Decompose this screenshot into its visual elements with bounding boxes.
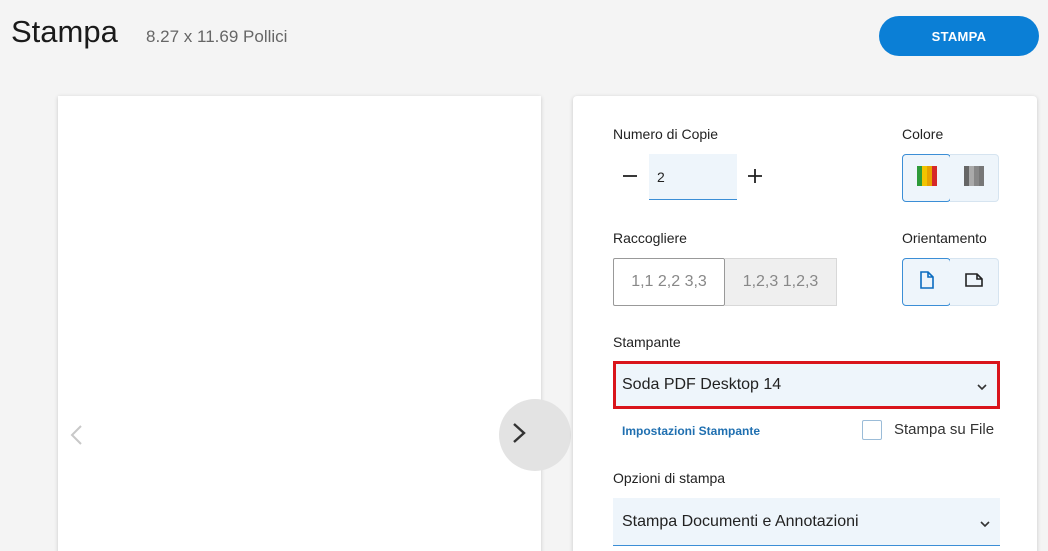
copies-input[interactable]: 2 (649, 154, 737, 200)
page-preview (58, 96, 541, 551)
landscape-icon (965, 272, 983, 292)
orientation-toggle (902, 258, 1000, 306)
chevron-down-icon (977, 378, 987, 396)
plus-icon (747, 168, 763, 189)
minus-icon (622, 168, 638, 189)
printer-label: Stampante (613, 334, 681, 350)
grayscale-option[interactable] (950, 154, 999, 202)
portrait-icon (919, 270, 935, 294)
chevron-right-icon (511, 421, 527, 450)
decrement-copies-button[interactable] (617, 165, 643, 191)
color-option[interactable] (902, 154, 951, 202)
copies-label: Numero di Copie (613, 126, 719, 142)
color-icon (916, 165, 937, 191)
grayscale-icon (964, 165, 984, 191)
collate-option-collated[interactable]: 1,2,3 1,2,3 (725, 258, 837, 306)
paper-size-label: 8.27 x 11.69 Pollici (146, 27, 288, 46)
printer-select[interactable]: Soda PDF Desktop 14 (613, 361, 1000, 409)
next-page-button[interactable] (499, 399, 571, 471)
color-mode-toggle (902, 154, 1000, 202)
landscape-option[interactable] (950, 258, 999, 306)
orientation-label: Orientamento (902, 230, 987, 246)
increment-copies-button[interactable] (742, 165, 768, 191)
collate-label: Raccogliere (613, 230, 687, 246)
print-options-value: Stampa Documenti e Annotazioni (622, 512, 859, 530)
print-options-select[interactable]: Stampa Documenti e Annotazioni (613, 498, 1000, 546)
print-button[interactable]: STAMPA (879, 16, 1039, 56)
chevron-down-icon (980, 515, 990, 533)
print-to-file-checkbox[interactable] (862, 420, 882, 440)
portrait-option[interactable] (902, 258, 951, 306)
color-label: Colore (902, 126, 944, 142)
print-to-file-label: Stampa su File (894, 421, 995, 438)
collate-option-uncollated[interactable]: 1,1 2,2 3,3 (613, 258, 725, 306)
page-title: Stampa (11, 14, 118, 49)
printer-select-value: Soda PDF Desktop 14 (622, 376, 782, 393)
print-options-label: Opzioni di stampa (613, 470, 726, 486)
chevron-left-icon[interactable] (64, 420, 88, 450)
printer-settings-link[interactable]: Impostazioni Stampante (622, 424, 760, 438)
